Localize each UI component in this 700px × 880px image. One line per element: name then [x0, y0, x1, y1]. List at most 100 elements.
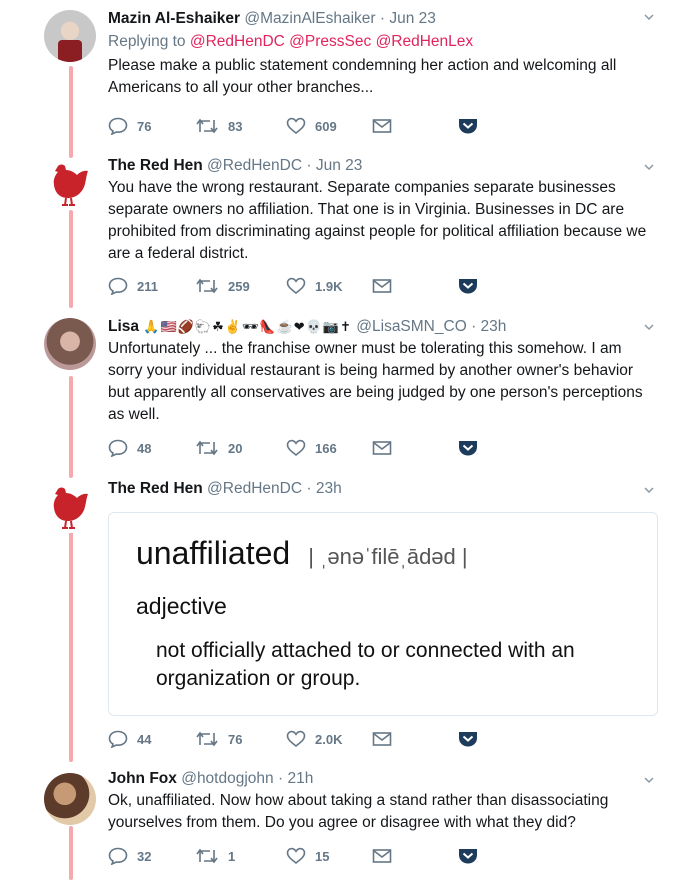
author-name[interactable]: The Red Hen [108, 157, 203, 174]
separator-dot: · [277, 770, 284, 787]
retweet-button[interactable]: 76 [195, 728, 242, 750]
heart-icon [286, 277, 306, 295]
author-handle[interactable]: @RedHenDC [207, 157, 302, 174]
reply-icon [108, 439, 128, 457]
avatar[interactable] [44, 481, 96, 533]
like-count: 166 [315, 440, 337, 456]
tweet-text: You have the wrong restaurant. Separate … [108, 179, 647, 262]
author-name[interactable]: The Red Hen [108, 480, 203, 497]
timestamp[interactable]: 23h [481, 318, 507, 335]
avatar[interactable] [44, 158, 96, 210]
pocket-button[interactable] [458, 728, 487, 750]
chevron-down-icon[interactable] [644, 485, 654, 495]
reply-button[interactable]: 76 [108, 115, 151, 137]
reply-icon [108, 117, 128, 135]
like-button[interactable]: 2.0K [286, 728, 342, 750]
reply-button[interactable]: 32 [108, 845, 151, 867]
heart-icon [286, 847, 306, 865]
pocket-button[interactable] [458, 275, 487, 297]
pocket-icon [459, 849, 477, 864]
avatar[interactable] [44, 10, 96, 62]
reply-button[interactable]: 211 [108, 275, 158, 297]
reply-button[interactable]: 44 [108, 728, 151, 750]
tweet: Mazin Al-Eshaiker @MazinAlEshaiker · Jun… [0, 0, 700, 150]
retweet-button[interactable]: 83 [195, 115, 242, 137]
heart-icon [286, 117, 306, 135]
mention-link[interactable]: @RedHenLex [376, 33, 474, 50]
chevron-down-icon[interactable] [644, 12, 654, 22]
author-handle[interactable]: @LisaSMN_CO [356, 318, 466, 335]
reply-count: 44 [137, 731, 152, 747]
envelope-icon [372, 441, 392, 455]
pocket-icon [459, 119, 477, 134]
chevron-down-icon[interactable] [644, 775, 654, 785]
pocket-button[interactable] [458, 437, 487, 459]
like-button[interactable]: 15 [286, 845, 329, 867]
envelope-icon [372, 732, 392, 746]
like-button[interactable]: 609 [286, 115, 337, 137]
separator-dot: · [471, 318, 477, 335]
avatar[interactable] [44, 773, 96, 825]
dictionary-image-card[interactable]: unaffiliated | ˌənəˈfilēˌādəd | adjective… [108, 512, 658, 716]
red-hen-logo [53, 487, 88, 529]
direct-message-button[interactable] [372, 728, 401, 750]
pronunciation: | ˌənəˈfilēˌādəd | [308, 544, 468, 569]
reply-icon [108, 277, 128, 295]
timestamp[interactable]: Jun 23 [316, 157, 363, 174]
heart-icon [286, 439, 306, 457]
pocket-icon [459, 732, 477, 747]
reply-button[interactable]: 48 [108, 437, 151, 459]
pocket-icon [459, 441, 477, 456]
reply-count: 76 [137, 118, 152, 134]
avatar[interactable] [44, 318, 96, 370]
reply-icon [108, 847, 128, 865]
author-handle[interactable]: @RedHenDC [207, 480, 302, 497]
author-handle[interactable]: @hotdogjohn [181, 770, 273, 787]
timestamp[interactable]: Jun 23 [389, 10, 436, 27]
mention-link[interactable]: @RedHenDC [190, 33, 285, 50]
retweet-button[interactable]: 1 [195, 845, 235, 867]
definition-word: unaffiliated [136, 535, 291, 571]
mention-link[interactable]: @PressSec [289, 33, 371, 50]
like-count: 1.9K [315, 278, 343, 294]
pocket-button[interactable] [458, 845, 487, 867]
reply-count: 32 [137, 848, 152, 864]
direct-message-button[interactable] [372, 115, 401, 137]
author-name[interactable]: Mazin Al-Eshaiker [108, 10, 240, 27]
author-name[interactable]: John Fox [108, 770, 177, 787]
like-count: 2.0K [315, 731, 343, 747]
reply-count: 211 [137, 278, 158, 294]
timestamp[interactable]: 21h [287, 770, 313, 787]
separator-dot: · [306, 480, 312, 497]
heart-icon [286, 730, 306, 748]
retweet-icon [196, 848, 218, 864]
retweet-icon [196, 731, 218, 747]
separator-dot: · [306, 157, 312, 174]
chevron-down-icon[interactable] [644, 322, 654, 332]
part-of-speech: adjective [136, 593, 227, 619]
direct-message-button[interactable] [372, 275, 401, 297]
envelope-icon [372, 119, 392, 133]
retweet-icon [196, 118, 218, 134]
like-button[interactable]: 1.9K [286, 275, 342, 297]
retweet-button[interactable]: 20 [195, 437, 242, 459]
direct-message-button[interactable] [372, 437, 401, 459]
pocket-button[interactable] [458, 115, 487, 137]
tweet: The Red Hen @RedHenDC · Jun 23 You have … [0, 150, 700, 310]
tweet: John Fox @hotdogjohn · 21h Ok, unaffilia… [0, 765, 700, 880]
retweet-count: 20 [228, 440, 243, 456]
name-emoji: 🙏🇺🇸🏈🐑☘✌🕶👠☕❤💀📷✝ [143, 319, 352, 334]
timestamp[interactable]: 23h [316, 480, 342, 497]
author-name[interactable]: Lisa [108, 318, 139, 335]
retweet-count: 83 [228, 118, 243, 134]
like-count: 609 [315, 118, 337, 134]
direct-message-button[interactable] [372, 845, 401, 867]
like-button[interactable]: 166 [286, 437, 337, 459]
retweet-button[interactable]: 259 [195, 275, 250, 297]
tweet-text: Unfortunately ... the franchise owner mu… [108, 340, 643, 423]
tweet: The Red Hen @RedHenDC · 23h unaffiliated… [0, 475, 700, 765]
chevron-down-icon[interactable] [644, 162, 654, 172]
author-handle[interactable]: @MazinAlEshaiker [244, 10, 375, 27]
envelope-icon [372, 849, 392, 863]
red-hen-logo [53, 164, 88, 206]
